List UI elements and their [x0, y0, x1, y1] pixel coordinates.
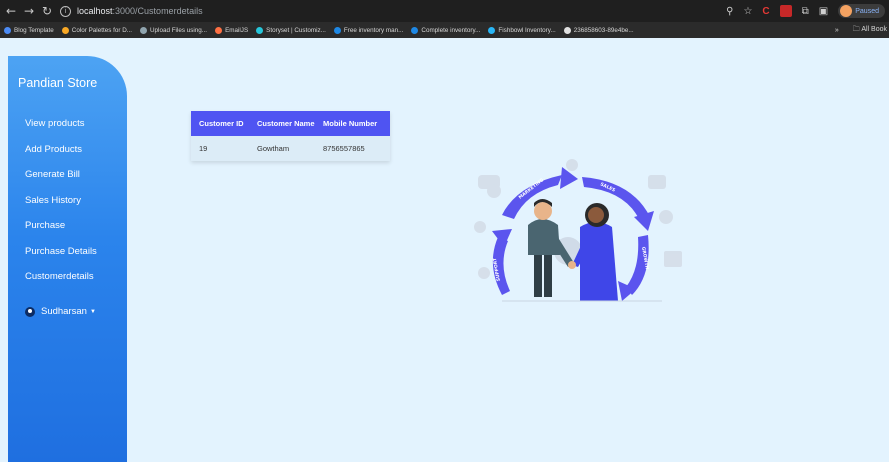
- col-mobile-number: Mobile Number: [323, 119, 378, 128]
- bookmark-favicon: [411, 26, 419, 34]
- bookmark-label: Fishbowl Inventory...: [498, 26, 556, 34]
- bookmark-favicon: [563, 26, 571, 34]
- bookmark-item[interactable]: 236858603-89e4be...: [563, 26, 634, 34]
- extensions-puzzle-icon[interactable]: ⧉: [802, 6, 809, 17]
- man-leg: [544, 251, 552, 297]
- customer-table: Customer ID Customer Name Mobile Number …: [191, 111, 390, 161]
- bookmark-favicon: [488, 26, 496, 34]
- sidebar-item-sales-history[interactable]: Sales History: [25, 195, 97, 221]
- more-bookmarks-icon[interactable]: »: [835, 27, 839, 34]
- user-dropdown[interactable]: Sudharsan ▼: [25, 306, 96, 317]
- url-host: localhost: [77, 6, 113, 16]
- forward-icon[interactable]: →: [20, 4, 38, 18]
- extension-c-icon[interactable]: C: [762, 6, 769, 17]
- bookmark-favicon: [61, 26, 69, 34]
- user-icon: [25, 306, 35, 317]
- caret-down-icon: ▼: [89, 308, 96, 315]
- woman-figure: [572, 203, 618, 301]
- customer-table-card: Customer ID Customer Name Mobile Number …: [191, 111, 390, 161]
- arrow-support-head: [492, 229, 512, 247]
- extension-red-icon[interactable]: [779, 5, 792, 17]
- handshake: [568, 261, 576, 269]
- bookmark-favicon: [256, 26, 264, 34]
- arrow-marketing: [502, 175, 562, 219]
- sidebar-menu: View products Add Products Generate Bill…: [25, 118, 97, 297]
- back-icon[interactable]: ←: [2, 4, 20, 18]
- bookmark-favicon: [4, 26, 11, 34]
- bookmark-label: Storyset | Customiz...: [266, 26, 326, 34]
- col-customer-name: Customer Name: [257, 119, 315, 128]
- bookmarks-right: » 🗀 All Book: [834, 22, 889, 38]
- bookmark-item[interactable]: Color Palettes for D...: [61, 26, 132, 34]
- bookmark-item[interactable]: Blog Template: [4, 26, 54, 34]
- chart-icon: [664, 251, 682, 267]
- all-bookmarks-label: All Book: [861, 25, 887, 33]
- url-path: :3000/Customerdetails: [112, 6, 203, 16]
- woman-head: [588, 207, 604, 223]
- arrow-marketing-head: [560, 167, 578, 189]
- bookmark-favicon: [215, 26, 223, 34]
- bookmark-label: Blog Template: [14, 26, 54, 34]
- gear-right-icon: [659, 210, 673, 224]
- cell-mobile-number: 8756557865: [323, 144, 365, 153]
- brand-title: Pandian Store: [18, 76, 98, 90]
- profile-paused-button[interactable]: Paused: [838, 4, 885, 18]
- bookmarks-bar: Blog Template Color Palettes for D... Up…: [0, 22, 889, 38]
- zoom-icon[interactable]: ⚲: [726, 6, 733, 17]
- all-bookmarks-button[interactable]: 🗀 All Book: [853, 25, 887, 36]
- bookmark-star-icon[interactable]: ☆: [743, 6, 752, 17]
- sidebar-item-add-products[interactable]: Add Products: [25, 144, 97, 170]
- reload-icon[interactable]: ↻: [38, 4, 56, 18]
- bookmark-favicon: [140, 26, 147, 34]
- document-icon: [648, 175, 666, 189]
- bookmark-label: Free inventory man...: [343, 26, 404, 34]
- woman-body: [580, 222, 618, 301]
- bookmark-label: Color Palettes for D...: [71, 26, 132, 34]
- man-leg: [534, 251, 542, 297]
- bookmark-item[interactable]: Upload Files using...: [140, 26, 208, 34]
- cycle-arrows: [492, 167, 654, 301]
- cell-customer-name: Gowtham: [257, 144, 290, 153]
- sidebar-item-generate-bill[interactable]: Generate Bill: [25, 169, 97, 195]
- user-name: Sudharsan: [41, 306, 87, 317]
- bookmark-item[interactable]: EmailJS: [215, 26, 249, 34]
- browser-toolbar: ← → ↻ i localhost:3000/Customerdetails ⚲…: [0, 0, 889, 22]
- table-header-row: Customer ID Customer Name Mobile Number: [191, 111, 390, 136]
- person-icon: [478, 267, 490, 279]
- table-row: 19 Gowtham 8756557865: [191, 136, 390, 161]
- sidebar-item-customerdetails[interactable]: Customerdetails: [25, 271, 97, 297]
- bookmark-label: Complete inventory...: [421, 26, 481, 34]
- bookmark-label: EmailJS: [225, 26, 249, 34]
- dots-icon: [566, 159, 578, 171]
- man-head: [534, 202, 552, 220]
- chat-bubble-tail-icon: [487, 184, 501, 198]
- sidebar: Pandian Store View products Add Products…: [8, 56, 127, 462]
- sidebar-item-purchase-details[interactable]: Purchase Details: [25, 246, 97, 272]
- profile-avatar: [840, 5, 853, 17]
- sidebar-item-view-products[interactable]: View products: [25, 118, 97, 144]
- bookmark-favicon: [333, 26, 341, 34]
- bookmark-label: 236858603-89e4be...: [573, 26, 634, 34]
- bookmark-item[interactable]: Free inventory man...: [333, 26, 404, 34]
- sidebar-item-purchase[interactable]: Purchase: [25, 220, 97, 246]
- bookmark-item[interactable]: Storyset | Customiz...: [256, 26, 326, 34]
- toolbar-right: ⚲ ☆ C ⧉ ▣ Paused: [726, 0, 889, 22]
- col-customer-id: Customer ID: [199, 119, 244, 128]
- paused-label: Paused: [855, 7, 879, 15]
- site-info-icon[interactable]: i: [60, 5, 71, 17]
- cell-customer-id: 19: [199, 144, 208, 153]
- address-bar[interactable]: i localhost:3000/Customerdetails: [60, 3, 203, 19]
- bookmark-item[interactable]: Fishbowl Inventory...: [488, 26, 556, 34]
- gear-small-icon: [474, 221, 486, 233]
- business-handshake-illustration: MARKETING SALES GROWTH SUPPORT: [474, 159, 682, 302]
- side-panel-icon[interactable]: ▣: [819, 6, 828, 17]
- bookmark-label: Upload Files using...: [150, 26, 208, 34]
- bookmark-item[interactable]: Complete inventory...: [411, 26, 481, 34]
